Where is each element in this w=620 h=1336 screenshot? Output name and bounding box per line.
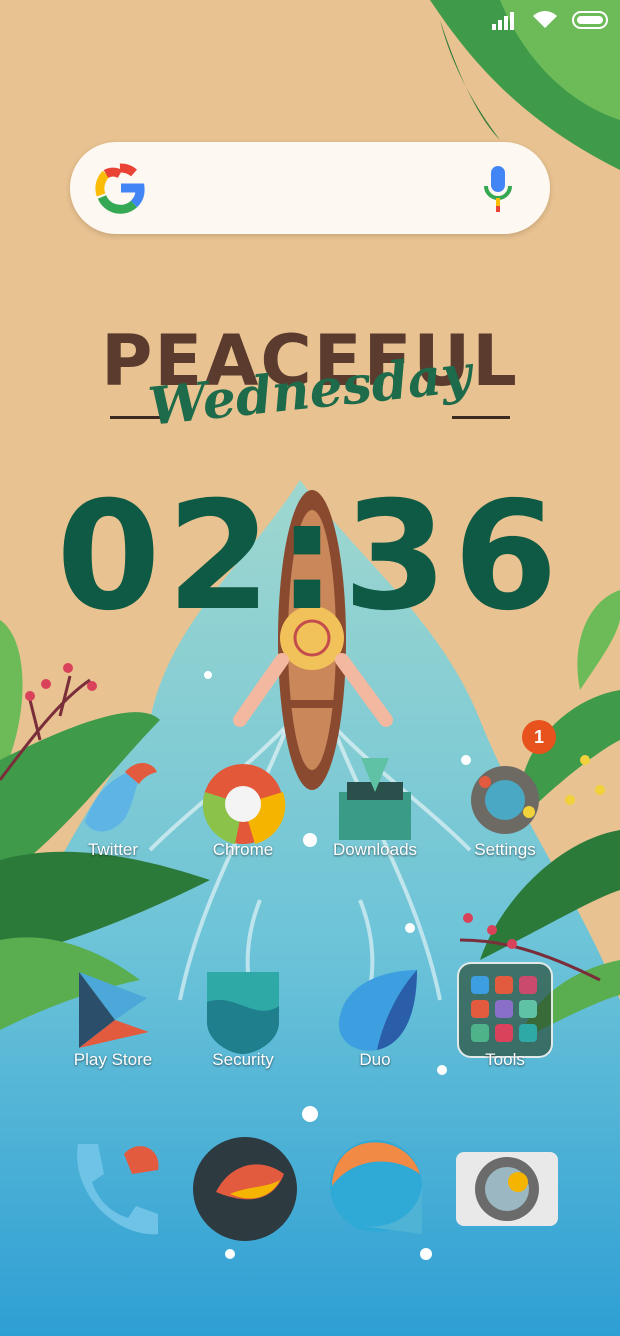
mic-icon[interactable]: [482, 164, 514, 214]
status-bar: [492, 10, 612, 35]
app-label: Chrome: [212, 840, 274, 859]
dock-browser[interactable]: [190, 1134, 300, 1244]
app-label: Settings: [474, 840, 536, 859]
app-duo[interactable]: Duo: [310, 962, 440, 1070]
app-downloads[interactable]: Downloads: [310, 752, 440, 860]
messages-icon: [330, 1140, 422, 1234]
app-twitter[interactable]: Twitter: [48, 752, 178, 860]
app-chrome[interactable]: Chrome: [178, 752, 308, 860]
dock-messages[interactable]: [322, 1134, 432, 1244]
app-label: Security: [212, 1050, 274, 1069]
app-label: Play Store: [73, 1050, 153, 1069]
twitter-icon: [85, 762, 157, 832]
app-settings[interactable]: 1 Settings: [440, 720, 570, 860]
phone-icon: [77, 1144, 159, 1235]
app-label: Downloads: [332, 840, 418, 859]
dock-camera[interactable]: [452, 1134, 562, 1244]
google-logo-icon: [94, 162, 146, 214]
camera-icon: [456, 1152, 558, 1226]
google-search-bar[interactable]: [70, 142, 550, 234]
duo-icon: [338, 970, 417, 1051]
dock-phone[interactable]: [58, 1134, 168, 1244]
wifi-icon: [532, 10, 558, 35]
chrome-icon: [202, 764, 286, 844]
security-icon: [207, 972, 279, 1054]
app-tools-folder[interactable]: Tools: [440, 962, 570, 1070]
battery-icon: [572, 10, 612, 35]
play-store-icon: [79, 972, 149, 1048]
notification-badge: 1: [522, 720, 556, 754]
browser-icon: [193, 1137, 297, 1241]
app-label: Twitter: [87, 840, 139, 859]
signal-icon: [492, 10, 518, 35]
tools-folder-icon: [457, 962, 553, 1058]
app-label: Duo: [359, 1050, 391, 1069]
app-play-store[interactable]: Play Store: [48, 962, 178, 1070]
clock-time[interactable]: 02:36: [0, 470, 620, 644]
title-rule-right: [452, 416, 510, 419]
app-label: Tools: [485, 1050, 525, 1069]
downloads-icon: [339, 758, 411, 840]
app-security[interactable]: Security: [178, 962, 308, 1070]
settings-icon: [471, 766, 539, 834]
